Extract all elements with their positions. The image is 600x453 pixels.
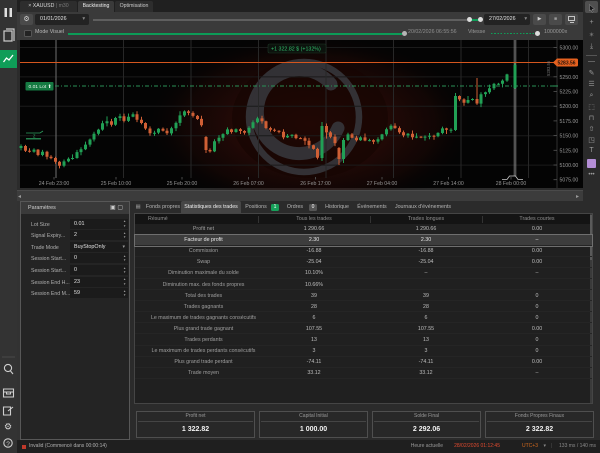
svg-text:⚙: ⚙ xyxy=(4,422,12,432)
svg-text:5175.00: 5175.00 xyxy=(560,119,579,125)
svg-text:26 Feb 17:00: 26 Feb 17:00 xyxy=(300,181,331,187)
svg-text:5250.00: 5250.00 xyxy=(560,75,579,81)
svg-text:5283.56: 5283.56 xyxy=(546,60,551,76)
svg-text:5150.00: 5150.00 xyxy=(560,134,579,140)
svg-text:25 Feb 20:00: 25 Feb 20:00 xyxy=(167,181,198,187)
svg-text:?: ? xyxy=(6,441,10,448)
svg-text:+1 322.82 $ (+132%): +1 322.82 $ (+132%) xyxy=(271,47,321,53)
svg-text:25 Feb 10:00: 25 Feb 10:00 xyxy=(101,181,132,187)
svg-text:27 Feb 04:00: 27 Feb 04:00 xyxy=(367,181,398,187)
svg-text:26 Feb 07:00: 26 Feb 07:00 xyxy=(233,181,264,187)
svg-text:0.01 Lot ⬆: 0.01 Lot ⬆ xyxy=(29,84,52,90)
svg-text:5075.00: 5075.00 xyxy=(560,178,579,184)
svg-text:5300.00: 5300.00 xyxy=(560,45,579,51)
svg-text:24 Feb 23:00: 24 Feb 23:00 xyxy=(39,181,70,187)
svg-text:5100.00: 5100.00 xyxy=(560,163,579,169)
svg-text:5225.00: 5225.00 xyxy=(560,90,579,96)
svg-text:5200.00: 5200.00 xyxy=(560,104,579,110)
svg-text:28 Feb 00:00: 28 Feb 00:00 xyxy=(496,181,527,187)
svg-text:5283.56: 5283.56 xyxy=(558,61,576,67)
svg-text:27 Feb 14:00: 27 Feb 14:00 xyxy=(433,181,464,187)
svg-text:5125.00: 5125.00 xyxy=(560,148,579,154)
